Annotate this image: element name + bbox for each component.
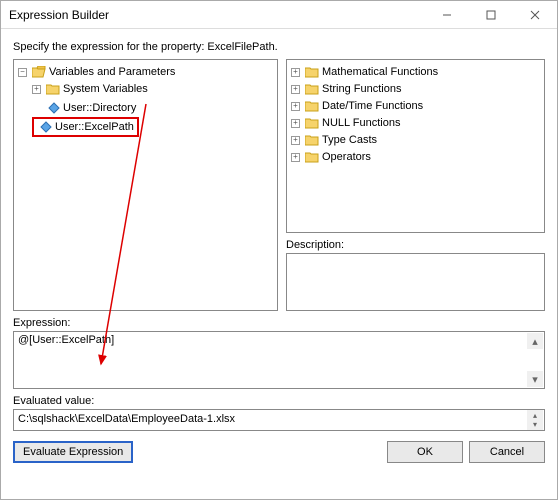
tree-item-user-excelpath[interactable]: User::ExcelPath bbox=[32, 117, 139, 137]
tree-item-label: Operators bbox=[322, 149, 371, 165]
variable-icon bbox=[40, 121, 52, 133]
open-folder-icon bbox=[32, 66, 46, 78]
tree-item-label: String Functions bbox=[322, 81, 401, 97]
tree-item-label: User::Directory bbox=[63, 100, 136, 116]
expression-input[interactable]: @[User::ExcelPath] ▴ ▾ bbox=[13, 331, 545, 389]
expand-icon[interactable]: + bbox=[291, 119, 300, 128]
right-pane: + Mathematical Functions + String Function… bbox=[286, 59, 545, 311]
tree-item-datetime[interactable]: + Date/Time Functions bbox=[291, 98, 423, 114]
evaluated-value-box: C:\sqlshack\ExcelData\EmployeeData-1.xls… bbox=[13, 409, 545, 431]
expand-icon[interactable]: + bbox=[291, 136, 300, 145]
tree-item-string[interactable]: + String Functions bbox=[291, 81, 401, 97]
expression-builder-window: Expression Builder Specify the expressio… bbox=[0, 0, 558, 500]
tree-root[interactable]: − Variables and Parameters bbox=[18, 64, 175, 80]
collapse-icon[interactable]: − bbox=[18, 68, 27, 77]
close-button[interactable] bbox=[513, 1, 557, 28]
content-area: Specify the expression for the property:… bbox=[1, 29, 557, 499]
minimize-button[interactable] bbox=[425, 1, 469, 28]
tree-item-label: Date/Time Functions bbox=[322, 98, 423, 114]
variable-icon bbox=[48, 102, 60, 114]
cancel-button[interactable]: Cancel bbox=[469, 441, 545, 463]
folder-icon bbox=[305, 134, 319, 146]
window-title: Expression Builder bbox=[9, 8, 425, 22]
expand-icon[interactable]: + bbox=[291, 68, 300, 77]
evaluated-label: Evaluated value: bbox=[13, 395, 545, 407]
expand-icon[interactable]: + bbox=[32, 85, 41, 94]
tree-panes: − Variables and Parameters + System Vari… bbox=[13, 59, 545, 311]
evaluate-expression-button[interactable]: Evaluate Expression bbox=[13, 441, 133, 463]
tree-item-label: Type Casts bbox=[322, 132, 377, 148]
tree-item-operators[interactable]: + Operators bbox=[291, 149, 371, 165]
expand-icon[interactable]: + bbox=[291, 102, 300, 111]
tree-item-label: Mathematical Functions bbox=[322, 64, 438, 80]
tree-item-label: User::ExcelPath bbox=[55, 119, 134, 135]
folder-icon bbox=[305, 117, 319, 129]
variables-tree[interactable]: − Variables and Parameters + System Vari… bbox=[13, 59, 278, 311]
button-row: Evaluate Expression OK Cancel bbox=[13, 441, 545, 463]
folder-icon bbox=[305, 83, 319, 95]
expression-value: @[User::ExcelPath] bbox=[18, 334, 114, 346]
tree-item-user-directory[interactable]: User::Directory bbox=[32, 100, 136, 116]
tree-item-label: System Variables bbox=[63, 81, 148, 97]
description-label: Description: bbox=[286, 239, 545, 251]
tree-item-null[interactable]: + NULL Functions bbox=[291, 115, 400, 131]
folder-icon bbox=[46, 83, 60, 95]
functions-tree[interactable]: + Mathematical Functions + String Function… bbox=[286, 59, 545, 233]
scroll-down-icon[interactable]: ▾ bbox=[527, 419, 543, 430]
expand-icon[interactable]: + bbox=[291, 85, 300, 94]
maximize-button[interactable] bbox=[469, 1, 513, 28]
description-box bbox=[286, 253, 545, 311]
evaluated-value: C:\sqlshack\ExcelData\EmployeeData-1.xls… bbox=[18, 413, 235, 425]
scroll-down-icon[interactable]: ▾ bbox=[527, 371, 543, 387]
tree-item-system-variables[interactable]: + System Variables bbox=[32, 81, 148, 97]
scroll-up-icon[interactable]: ▴ bbox=[527, 333, 543, 349]
tree-item-math[interactable]: + Mathematical Functions bbox=[291, 64, 438, 80]
tree-item-label: NULL Functions bbox=[322, 115, 400, 131]
ok-button[interactable]: OK bbox=[387, 441, 463, 463]
folder-icon bbox=[305, 66, 319, 78]
expression-label: Expression: bbox=[13, 317, 545, 329]
tree-item-typecasts[interactable]: + Type Casts bbox=[291, 132, 377, 148]
instruction-text: Specify the expression for the property:… bbox=[13, 41, 545, 53]
folder-icon bbox=[305, 151, 319, 163]
tree-root-label: Variables and Parameters bbox=[49, 64, 175, 80]
titlebar: Expression Builder bbox=[1, 1, 557, 29]
folder-icon bbox=[305, 100, 319, 112]
expand-icon[interactable]: + bbox=[291, 153, 300, 162]
